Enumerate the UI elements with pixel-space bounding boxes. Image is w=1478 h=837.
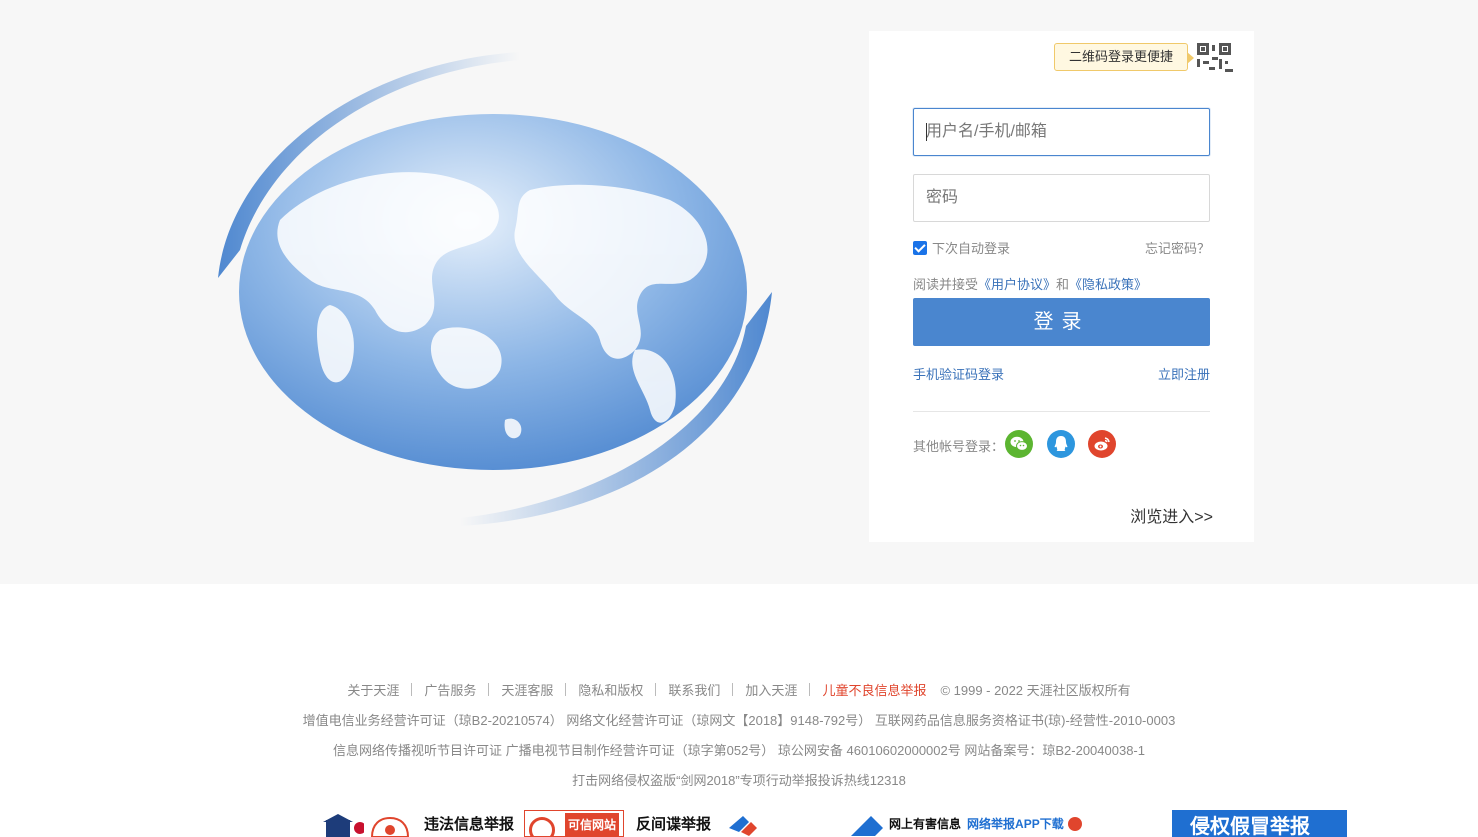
- separator: [732, 683, 734, 696]
- infringement-report-badge[interactable]: 侵权假冒举报: [1172, 810, 1347, 837]
- footer-link-child-report[interactable]: 儿童不良信息举报: [822, 683, 926, 698]
- footer-link-service[interactable]: 天涯客服: [501, 683, 553, 698]
- sms-login-link[interactable]: 手机验证码登录: [913, 364, 1004, 383]
- qq-icon[interactable]: [1047, 430, 1075, 458]
- anti-spy-label: 反间谍举报: [636, 816, 712, 833]
- forgot-password-link[interactable]: 忘记密码？: [1145, 238, 1210, 257]
- harmful-info-label: 网上有害信息: [889, 817, 962, 831]
- emblem-badge[interactable]: [366, 810, 416, 837]
- browse-link[interactable]: 浏览进入>>: [1130, 503, 1213, 527]
- globe-illustration: [210, 40, 790, 540]
- footer-link-join[interactable]: 加入天涯: [745, 683, 797, 698]
- register-link[interactable]: 立即注册: [1158, 364, 1210, 383]
- privacy-policy-link[interactable]: 《隐私政策》: [1069, 277, 1147, 292]
- agreement-text: 阅读并接受《用户协议》和《隐私政策》: [913, 274, 1147, 293]
- separator: [488, 683, 490, 696]
- and-text: 和: [1056, 277, 1070, 292]
- hotline-line: 打击网络侵权盗版“剑网2018”专项行动举报投诉热线12318: [572, 773, 906, 788]
- footer-link-ads[interactable]: 广告服务: [424, 683, 476, 698]
- divider: [913, 411, 1210, 412]
- weibo-icon[interactable]: [1088, 430, 1116, 458]
- illegal-report-label: 违法信息举报: [424, 816, 515, 833]
- trusted-site-badge[interactable]: 可信网站: [524, 810, 625, 837]
- harmful-info-badge[interactable]: [727, 810, 851, 837]
- footer-link-privacy[interactable]: 隐私和版权: [578, 683, 643, 698]
- wechat-icon[interactable]: [1005, 430, 1033, 458]
- harmful-info-label-badge[interactable]: 网上有害信息 网络举报APP下载: [847, 810, 1082, 837]
- separator: [655, 683, 657, 696]
- illegal-report-badge[interactable]: 违法信息举报: [416, 810, 514, 837]
- report-badges: 违法信息举报 可信网站 反间谍举报 网上有害信息 网络举报APP下载: [320, 810, 1082, 837]
- login-card: 二维码登录更便捷 下次自动登录 忘记密码？ 阅读并接受《用: [869, 31, 1254, 542]
- password-input[interactable]: [913, 174, 1210, 222]
- license-line-2: 信息网络传播视听节目许可证 广播电视节目制作经营许可证（琼字第052号） 琼公网…: [333, 743, 1145, 758]
- username-input[interactable]: [913, 108, 1210, 156]
- footer-links: 关于天涯 广告服务 天涯客服 隐私和版权 联系我们 加入天涯 儿童不良信息举报 © 1999 …: [0, 680, 1478, 699]
- footer-link-contact[interactable]: 联系我们: [668, 683, 720, 698]
- copyright: © 1999 - 2022 天涯社区版权所有: [940, 683, 1131, 698]
- agree-prefix: 阅读并接受: [913, 277, 979, 292]
- separator: [411, 683, 413, 696]
- police-badge[interactable]: [320, 810, 366, 837]
- text-caret: [926, 123, 927, 141]
- download-icon: [1067, 816, 1082, 831]
- remember-me[interactable]: 下次自动登录: [913, 238, 1010, 257]
- qr-code-icon[interactable]: [1195, 41, 1243, 83]
- footer-link-about[interactable]: 关于天涯: [347, 683, 399, 698]
- license-line-1: 增值电信业务经营许可证（琼B2-20210574） 网络文化经营许可证（琼网文【…: [302, 713, 1176, 728]
- trusted-site-label: 可信网站: [565, 813, 620, 837]
- remember-label: 下次自动登录: [932, 241, 1011, 256]
- app-download-label: 网络举报APP下载: [967, 817, 1064, 831]
- anti-spy-badge[interactable]: 反间谍举报: [636, 810, 711, 837]
- user-agreement-link[interactable]: 《用户协议》: [978, 277, 1056, 292]
- separator: [809, 683, 811, 696]
- qr-login-tip[interactable]: 二维码登录更便捷: [1054, 43, 1195, 71]
- other-accounts-label: 其他帐号登录：: [913, 439, 1005, 454]
- remember-checkbox[interactable]: [913, 240, 927, 255]
- login-button[interactable]: 登录: [913, 298, 1210, 346]
- separator: [565, 683, 567, 696]
